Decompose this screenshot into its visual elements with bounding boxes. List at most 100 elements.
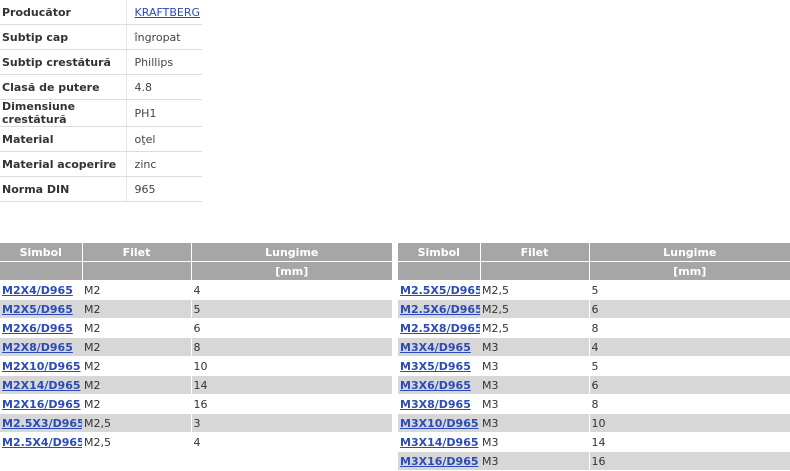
product-symbol-link[interactable]: M3X6/D965 — [400, 379, 471, 392]
product-symbol-cell: M2X8/D965 — [0, 337, 82, 357]
product-symbol-cell: M2X10/D965 — [0, 356, 82, 376]
thread-cell: M2 — [82, 299, 191, 319]
product-symbol-link[interactable]: M2X8/D965 — [2, 341, 73, 354]
thread-cell: M2 — [82, 337, 191, 357]
product-symbol-cell: M2.5X3/D965 — [0, 413, 82, 433]
product-symbol-link[interactable]: M2.5X3/D965 — [2, 417, 82, 430]
spec-value: Phillips — [126, 49, 202, 75]
table-row: M2X5/D965 M2 5 — [0, 299, 392, 319]
length-cell: 8 — [588, 318, 790, 338]
spec-value: îngropat — [126, 24, 202, 50]
length-cell: 5 — [190, 299, 392, 319]
column-header-simbol: Simbol — [0, 243, 83, 262]
product-symbol-link[interactable]: M3X8/D965 — [400, 398, 471, 411]
spec-row: Material oţel — [0, 126, 202, 152]
product-symbol-cell: M2X14/D965 — [0, 375, 82, 395]
product-symbol-link[interactable]: M2X4/D965 — [2, 284, 73, 297]
thread-cell: M2 — [82, 375, 191, 395]
product-symbol-link[interactable]: M3X16/D965 — [400, 455, 479, 468]
product-symbol-cell: M3X14/D965 — [398, 432, 480, 452]
column-subheader-unit: [mm] — [589, 261, 790, 281]
table-row: M3X4/D965 M3 4 — [398, 337, 790, 357]
product-symbol-link[interactable]: M2X5/D965 — [2, 303, 73, 316]
table-row: M2.5X6/D965 M2,5 6 — [398, 299, 790, 319]
column-subheader-empty — [0, 261, 83, 281]
product-symbol-cell: M2X16/D965 — [0, 394, 82, 414]
thread-cell: M2 — [82, 318, 191, 338]
spec-label: Subtip crestătură — [0, 49, 127, 75]
table-row: M2X6/D965 M2 6 — [0, 318, 392, 338]
thread-cell: M3 — [480, 337, 589, 357]
table-row: M2.5X5/D965 M2,5 5 — [398, 280, 790, 300]
thread-cell: M3 — [480, 356, 589, 376]
thread-cell: M2,5 — [480, 318, 589, 338]
spec-row: Clasă de putere 4.8 — [0, 74, 202, 100]
length-cell: 6 — [190, 318, 392, 338]
column-header-filet: Filet — [480, 243, 590, 262]
product-variants-table-left: Simbol Filet Lungime [mm] M2X4/D965 M2 4 M2… — [0, 243, 392, 452]
product-symbol-link[interactable]: M3X10/D965 — [400, 417, 479, 430]
spec-label: Subtip cap — [0, 24, 127, 50]
table-row: M2X10/D965 M2 10 — [0, 356, 392, 376]
spec-row: Norma DIN 965 — [0, 176, 202, 202]
product-symbol-link[interactable]: M2.5X4/D965 — [2, 436, 82, 449]
column-header-filet: Filet — [82, 243, 192, 262]
table-row: M2X4/D965 M2 4 — [0, 280, 392, 300]
spec-value: zinc — [126, 151, 202, 177]
product-symbol-cell: M3X4/D965 — [398, 337, 480, 357]
length-cell: 6 — [588, 299, 790, 319]
product-symbol-link[interactable]: M2.5X8/D965 — [400, 322, 480, 335]
length-cell: 5 — [588, 280, 790, 300]
column-subheader-empty — [480, 261, 590, 281]
spec-label: Clasă de putere — [0, 74, 127, 100]
length-cell: 4 — [190, 280, 392, 300]
spec-label: Material — [0, 126, 127, 152]
product-symbol-link[interactable]: M2.5X6/D965 — [400, 303, 480, 316]
length-cell: 4 — [190, 432, 392, 452]
table-row: M3X10/D965 M3 10 — [398, 413, 790, 433]
product-symbol-cell: M2.5X8/D965 — [398, 318, 480, 338]
column-header-simbol: Simbol — [398, 243, 481, 262]
length-cell: 3 — [190, 413, 392, 433]
length-cell: 4 — [588, 337, 790, 357]
length-cell: 10 — [190, 356, 392, 376]
spec-row: Material acoperire zinc — [0, 151, 202, 177]
product-symbol-link[interactable]: M3X4/D965 — [400, 341, 471, 354]
thread-cell: M2 — [82, 280, 191, 300]
column-header-lungime: Lungime — [589, 243, 790, 262]
spec-value: PH1 — [126, 99, 202, 127]
product-symbol-link[interactable]: M2X6/D965 — [2, 322, 73, 335]
thread-cell: M3 — [480, 394, 589, 414]
product-symbol-cell: M3X8/D965 — [398, 394, 480, 414]
length-cell: 8 — [190, 337, 392, 357]
thread-cell: M3 — [480, 375, 589, 395]
spec-value: 4.8 — [126, 74, 202, 100]
table-row: M3X14/D965 M3 14 — [398, 432, 790, 452]
length-cell: 6 — [588, 375, 790, 395]
product-variants-table-right: Simbol Filet Lungime [mm] M2.5X5/D965 M2,… — [398, 243, 790, 471]
product-symbol-link[interactable]: M2X10/D965 — [2, 360, 81, 373]
product-symbol-cell: M3X10/D965 — [398, 413, 480, 433]
table-row: M2X16/D965 M2 16 — [0, 394, 392, 414]
product-symbol-link[interactable]: M2X16/D965 — [2, 398, 81, 411]
thread-cell: M3 — [480, 413, 589, 433]
product-symbol-cell: M2X6/D965 — [0, 318, 82, 338]
spec-value: 965 — [126, 176, 202, 202]
product-symbol-cell: M3X6/D965 — [398, 375, 480, 395]
column-header-lungime: Lungime — [191, 243, 392, 262]
product-specs-table: Producător KRAFTBERG Subtip cap îngropat Sub… — [0, 0, 202, 202]
product-symbol-link[interactable]: M3X14/D965 — [400, 436, 479, 449]
spec-row: Subtip crestătură Phillips — [0, 49, 202, 75]
thread-cell: M2,5 — [480, 280, 589, 300]
spec-label: Dimensiune crestătură — [0, 99, 127, 127]
manufacturer-link[interactable]: KRAFTBERG — [135, 6, 200, 19]
thread-cell: M2,5 — [82, 432, 191, 452]
thread-cell: M2,5 — [82, 413, 191, 433]
product-symbol-link[interactable]: M3X5/D965 — [400, 360, 471, 373]
spec-value: oţel — [126, 126, 202, 152]
spec-row: Subtip cap îngropat — [0, 24, 202, 50]
product-symbol-link[interactable]: M2.5X5/D965 — [400, 284, 480, 297]
product-symbol-link[interactable]: M2X14/D965 — [2, 379, 81, 392]
spec-label: Norma DIN — [0, 176, 127, 202]
spec-row: Dimensiune crestătură PH1 — [0, 99, 202, 127]
